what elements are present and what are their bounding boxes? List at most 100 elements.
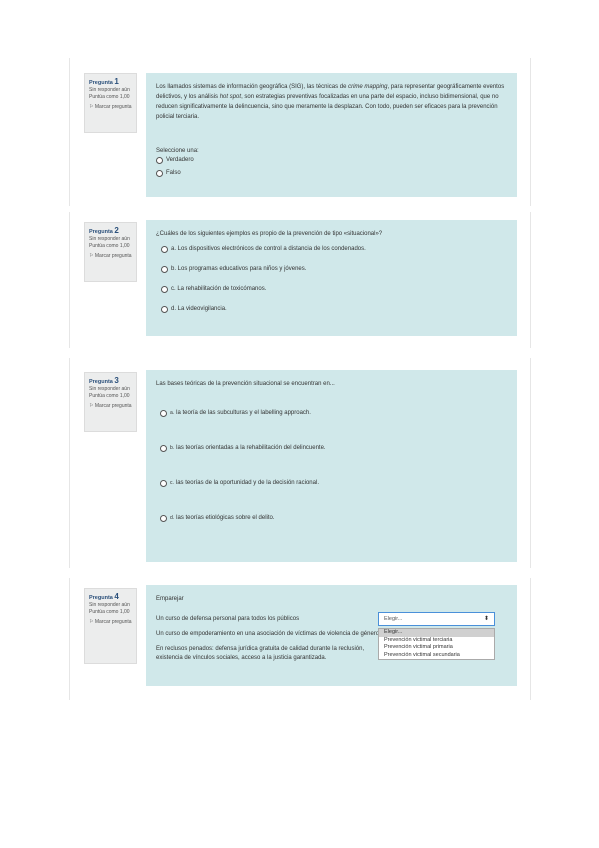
question-score: Puntúa como 1,00 <box>89 243 130 249</box>
question-info: Pregunta 1 Sin responder aún Puntúa como… <box>84 73 137 133</box>
flag-question-link[interactable]: ⚐ Marcar pregunta <box>89 403 132 410</box>
block-border-left <box>69 578 70 700</box>
radio-button[interactable] <box>156 157 163 164</box>
dropdown-option-terciaria[interactable]: Prevención victimal terciaria <box>379 637 494 645</box>
option-true[interactable]: Verdadero <box>156 156 507 165</box>
block-border-left <box>69 58 70 206</box>
radio-button[interactable] <box>161 306 168 313</box>
option-letter: d. <box>170 515 175 521</box>
question-status: Sin responder aún <box>89 236 130 242</box>
flag-label: Marcar pregunta <box>94 619 132 625</box>
flag-question-link[interactable]: ⚐ Marcar pregunta <box>89 104 132 111</box>
question-content: ¿Cuáles de los siguientes ejemplos es pr… <box>146 220 517 336</box>
updown-arrow-icon: ⬍ <box>483 616 489 622</box>
question-3-block: Pregunta 3 Sin responder aún Puntúa como… <box>69 358 531 568</box>
question-content: Emparejar Un curso de defensa personal p… <box>146 585 517 686</box>
question-label: Pregunta <box>89 229 113 235</box>
option-label: las teorías orientadas a la rehabilitaci… <box>176 445 326 451</box>
flag-icon: ⚐ <box>89 104 94 110</box>
radio-button[interactable] <box>160 445 167 452</box>
question-number-value: 3 <box>114 376 119 385</box>
option-d[interactable]: d. La videovigilancia. <box>161 305 507 314</box>
question-score: Puntúa como 1,00 <box>89 94 130 100</box>
option-false[interactable]: Falso <box>156 169 507 178</box>
question-text: ¿Cuáles de los siguientes ejemplos es pr… <box>156 231 383 237</box>
radio-button[interactable] <box>161 246 168 253</box>
block-border-right <box>530 212 531 348</box>
option-label: Verdadero <box>166 157 194 163</box>
choose-select[interactable]: Elegir... ⬍ <box>378 612 495 626</box>
question-number-value: 4 <box>114 592 119 601</box>
dropdown-option-secundaria[interactable]: Prevención victimal secundaria <box>379 652 494 660</box>
question-4-block: Pregunta 4 Sin responder aún Puntúa como… <box>69 578 531 700</box>
radio-button[interactable] <box>161 286 168 293</box>
option-label: la teoría de las subculturas y el labell… <box>176 410 311 416</box>
block-border-left <box>69 358 70 568</box>
question-status: Sin responder aún <box>89 87 130 93</box>
question-number: Pregunta 3 <box>89 377 132 386</box>
option-letter: b. <box>170 445 175 451</box>
question-text-italic: crime mapping <box>348 84 388 90</box>
flag-label: Marcar pregunta <box>94 253 132 259</box>
question-text: Emparejar <box>156 596 184 602</box>
select-value: Elegir... <box>384 616 403 622</box>
select-one-prompt: Seleccione una: <box>156 148 199 154</box>
radio-button[interactable] <box>160 515 167 522</box>
block-border-right <box>530 358 531 568</box>
question-content: Los llamados sistemas de información geo… <box>146 73 517 197</box>
flag-icon: ⚐ <box>89 253 94 259</box>
option-d[interactable]: d. las teorías etiológicas sobre el delit… <box>160 514 507 523</box>
question-info: Pregunta 4 Sin responder aún Puntúa como… <box>84 588 137 664</box>
flag-question-link[interactable]: ⚐ Marcar pregunta <box>89 619 132 626</box>
question-score: Puntúa como 1,00 <box>89 609 130 615</box>
match-item-2: Un curso de empoderamiento en una asocia… <box>156 631 380 637</box>
option-label: c. La rehabilitación de toxicómanos. <box>171 286 267 292</box>
radio-button[interactable] <box>160 410 167 417</box>
option-letter: c. <box>170 480 174 486</box>
radio-button[interactable] <box>161 266 168 273</box>
block-border-right <box>530 58 531 206</box>
radio-button[interactable] <box>160 480 167 487</box>
flag-icon: ⚐ <box>89 403 94 409</box>
flag-label: Marcar pregunta <box>94 403 132 409</box>
question-status: Sin responder aún <box>89 386 130 392</box>
question-text: Las bases teóricas de la prevención situ… <box>156 381 335 387</box>
question-label: Pregunta <box>89 379 113 385</box>
option-label: Falso <box>166 170 181 176</box>
question-info: Pregunta 3 Sin responder aún Puntúa como… <box>84 372 137 432</box>
option-label: a. Los dispositivos electrónicos de cont… <box>171 246 366 252</box>
match-item-1: Un curso de defensa personal para todos … <box>156 616 300 622</box>
question-2-block: Pregunta 2 Sin responder aún Puntúa como… <box>69 212 531 348</box>
dropdown-option-primaria[interactable]: Prevención victimal primaria <box>379 644 494 652</box>
block-border-left <box>69 212 70 348</box>
question-text-italic: hot spot <box>219 94 242 100</box>
question-status: Sin responder aún <box>89 602 130 608</box>
option-c[interactable]: c. La rehabilitación de toxicómanos. <box>161 285 507 294</box>
option-label: b. Los programas educativos para niños y… <box>171 266 307 272</box>
flag-label: Marcar pregunta <box>94 104 132 110</box>
option-label: las teorías de la oportunidad y de la de… <box>175 480 319 486</box>
question-score: Puntúa como 1,00 <box>89 393 130 399</box>
question-number: Pregunta 1 <box>89 78 132 87</box>
choose-dropdown: Elegir... Prevención victimal terciaria … <box>378 628 495 660</box>
option-b[interactable]: b. las teorías orientadas a la rehabilita… <box>160 444 507 453</box>
match-item-3: En reclusos penados: defensa jurídica gr… <box>156 646 365 661</box>
question-number-value: 2 <box>114 226 119 235</box>
block-border-right <box>530 578 531 700</box>
option-a[interactable]: a. la teoría de las subculturas y el labe… <box>160 409 507 418</box>
option-letter: a. <box>170 410 175 416</box>
question-1-block: Pregunta 1 Sin responder aún Puntúa como… <box>69 58 531 206</box>
question-label: Pregunta <box>89 595 113 601</box>
option-c[interactable]: c. las teorías de la oportunidad y de la … <box>160 479 507 488</box>
question-content: Las bases teóricas de la prevención situ… <box>146 370 517 562</box>
dropdown-option-elegir[interactable]: Elegir... <box>379 629 494 637</box>
option-b[interactable]: b. Los programas educativos para niños y… <box>161 265 507 274</box>
question-number: Pregunta 4 <box>89 593 132 602</box>
question-number-value: 1 <box>114 77 119 86</box>
question-text: Los llamados sistemas de información geo… <box>156 82 507 122</box>
radio-button[interactable] <box>156 170 163 177</box>
flag-question-link[interactable]: ⚐ Marcar pregunta <box>89 253 132 260</box>
question-number: Pregunta 2 <box>89 227 132 236</box>
option-a[interactable]: a. Los dispositivos electrónicos de cont… <box>161 245 507 254</box>
flag-icon: ⚐ <box>89 619 94 625</box>
